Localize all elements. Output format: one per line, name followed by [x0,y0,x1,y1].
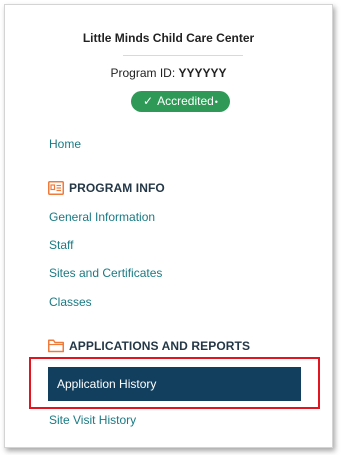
section-applications-and-reports: APPLICATIONS AND REPORTS [48,339,250,353]
center-name: Little Minds Child Care Center [82,31,255,45]
nav-sites-and-certificates[interactable]: Sites and Certificates [49,266,162,280]
section-program-info-title: PROGRAM INFO [69,181,165,195]
nav-site-visit-history[interactable]: Site Visit History [49,413,136,427]
folder-icon [48,339,64,353]
program-id-value: YYYYYY [178,66,227,80]
badge-label: Accredited [157,94,214,108]
nav-general-information[interactable]: General Information [49,210,155,224]
badge-dot: • [214,97,218,107]
id-card-icon [48,181,64,195]
nav-application-history[interactable]: Application History [48,367,301,401]
program-id-label: Program ID: [110,66,176,80]
section-program-info: PROGRAM INFO [48,181,165,195]
nav-home[interactable]: Home [49,137,81,151]
check-icon: ✓ [143,94,154,108]
nav-staff[interactable]: Staff [49,238,73,252]
nav-classes[interactable]: Classes [49,295,92,309]
divider [123,55,243,56]
accredited-badge: ✓ Accredited• [131,91,230,112]
program-id: Program ID: YYYYYY [5,66,332,80]
section-applications-title: APPLICATIONS AND REPORTS [69,339,251,353]
